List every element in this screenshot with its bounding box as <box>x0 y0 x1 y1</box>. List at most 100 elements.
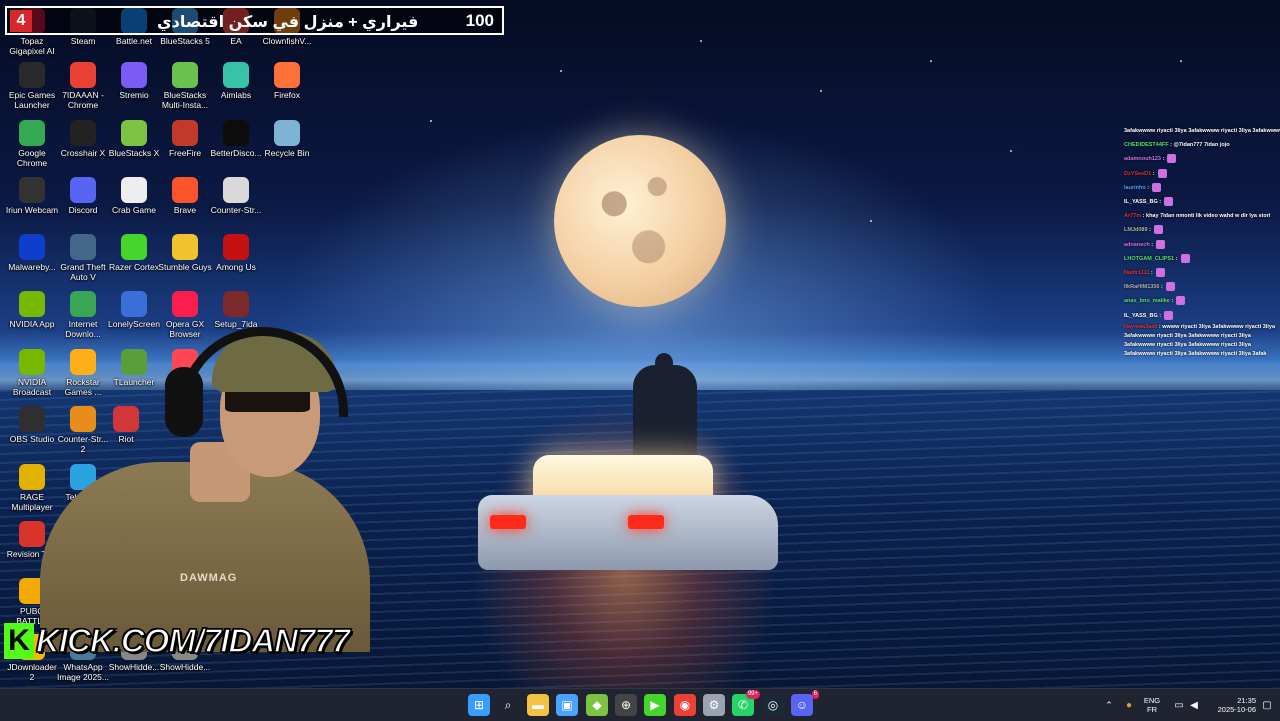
language-indicator[interactable]: ENG FR <box>1140 696 1164 714</box>
bluestacks-multi-icon <box>172 62 198 88</box>
desktop-icon-label: Recycle Bin <box>264 148 310 158</box>
chat-message: IL_YASS_BG : <box>1124 195 1280 209</box>
chat-username: Ar77m <box>1124 213 1142 220</box>
desktop-icon-freefire[interactable]: FreeFire <box>157 120 213 158</box>
chat-message: Ar77m : khay 7idan nmonti lik video wahd… <box>1124 209 1280 223</box>
desktop-icon-stremio[interactable]: Stremio <box>106 62 162 100</box>
desktop-icon-label: BetterDisco... <box>210 148 262 158</box>
desktop-icon-label: WhatsApp Image 2025... <box>57 662 109 682</box>
tail-light <box>490 515 526 529</box>
chat-message-text: : <box>1159 199 1162 206</box>
desktop-icon-iriun[interactable]: Iriun Webcam <box>4 177 60 215</box>
desktop-icon-stumble-guys[interactable]: Stumble Guys <box>157 234 213 272</box>
desktop-icon-label: Epic Games Launcher <box>8 90 56 110</box>
search-icon[interactable]: ⌕ <box>497 694 519 716</box>
desktop-icon-aimlabs[interactable]: Aimlabs <box>208 62 264 100</box>
desktop-icon-crab-game[interactable]: Crab Game <box>106 177 162 215</box>
chrome-icon[interactable]: ◉ <box>674 694 696 716</box>
chat-message-text: : <box>1149 227 1151 234</box>
firefox-icon <box>274 62 300 88</box>
desktop-icon-firefox[interactable]: Firefox <box>259 62 315 100</box>
tray-overflow-chevron-icon[interactable]: ⌃ <box>1098 694 1120 716</box>
chrome-icon <box>70 62 96 88</box>
chat-username: Naymaa3aa9 <box>1124 323 1158 330</box>
desktop-icon-label: JDownloader 2 <box>7 662 57 682</box>
chat-emote-icon <box>1167 154 1177 164</box>
betterdiscord-icon <box>223 120 249 146</box>
star <box>560 70 562 72</box>
desktop-icon-brave[interactable]: Brave <box>157 177 213 215</box>
desktop-icon-betterdiscord[interactable]: BetterDisco... <box>208 120 264 158</box>
headphone-band <box>178 327 348 417</box>
shirt-print: DAWMAG <box>180 572 238 584</box>
desktop-icon-label: Topaz Gigapixel AI <box>9 36 55 56</box>
desktop-icon-crosshair[interactable]: Crosshair X <box>55 120 111 158</box>
chat-username: Nadir1111 <box>1124 270 1150 277</box>
desktop-icon-recycle-bin[interactable]: Recycle Bin <box>259 120 315 158</box>
crosshair-icon[interactable]: ⊕ <box>615 694 637 716</box>
desktop-icon-among-us[interactable]: Among Us <box>208 234 264 272</box>
desktop-icon-razer[interactable]: Razer Cortex <box>106 234 162 272</box>
discord-icon[interactable]: ☺ 6 <box>791 690 819 716</box>
clock-date: 2025-10-06 <box>1217 705 1256 714</box>
idm-icon <box>70 291 96 317</box>
chat-emote-icon <box>1152 182 1162 192</box>
clock[interactable]: 21:35 2025-10-06 <box>1204 696 1256 714</box>
tail-light <box>628 515 664 529</box>
freefire-icon <box>172 120 198 146</box>
chat-username: adnanech <box>1124 241 1150 248</box>
gta-icon <box>70 234 96 260</box>
microphone-icon[interactable]: ● <box>1118 694 1140 716</box>
desktop-icon-counter-strike[interactable]: Counter-Str... <box>208 177 264 215</box>
steam-icon[interactable]: ◎ <box>762 694 784 716</box>
stream-chat: 3afakwwww riyacti 3liya 3afakwwww riyact… <box>1124 124 1280 359</box>
desktop-icon-epic-games[interactable]: Epic Games Launcher <box>4 62 60 110</box>
star <box>430 120 432 122</box>
whatsapp-icon[interactable]: ✆ 99+ <box>732 690 760 716</box>
desktop-icon-chrome[interactable]: 7IDAAAN - Chrome <box>55 62 111 110</box>
chat-message: CHEDIDEST44FF : @7idan777 7idan jojo <box>1124 138 1280 152</box>
headphone-icon <box>165 367 203 437</box>
chat-username: IlkRaHIM1356 <box>1124 284 1160 291</box>
desktop-icon-chrome[interactable]: Google Chrome <box>4 120 60 168</box>
counter-strike-icon <box>223 177 249 203</box>
store-icon[interactable]: ▣ <box>556 694 578 716</box>
chat-message-text: : <box>1159 312 1162 319</box>
crab-game-icon <box>121 177 147 203</box>
setup-icon <box>223 291 249 317</box>
speaker-icon[interactable]: ◀ <box>1183 694 1205 716</box>
car-body <box>478 495 778 570</box>
bluestacks-x-icon <box>121 120 147 146</box>
desktop-icon-malwarebytes[interactable]: Malwareby... <box>4 234 60 272</box>
notification-icon[interactable]: ▢ <box>1256 694 1278 716</box>
chat-message-text: : @7idan777 7idan jojo <box>1170 142 1230 149</box>
bluestacks-icon[interactable]: ◆ <box>586 694 608 716</box>
desktop-icon-label: Counter-Str... <box>210 205 262 215</box>
desktop-icon-gta[interactable]: Grand Theft Auto V <box>55 234 111 282</box>
malwarebytes-icon <box>19 234 45 260</box>
chat-emote-icon <box>1153 225 1163 235</box>
gear-icon[interactable]: ⚙ <box>703 694 725 716</box>
desktop-icon-bluestacks-x[interactable]: BlueStacks X <box>106 120 162 158</box>
notification-badge: 6 <box>811 690 819 699</box>
razer-icon <box>121 234 147 260</box>
razer-icon[interactable]: ▶ <box>644 694 666 716</box>
epic-games-icon <box>19 62 45 88</box>
aimlabs-icon <box>223 62 249 88</box>
chat-long-message: Naymaa3aa9 : wwww riyacti 3liya 3afakwww… <box>1124 323 1280 359</box>
chat-header-message: 3afakwwww riyacti 3liya 3afakwwww riyact… <box>1124 128 1280 134</box>
desktop-icon-label: Iriun Webcam <box>5 205 59 215</box>
chat-message-text: : <box>1150 270 1153 277</box>
webcam-overlay: DAWMAG <box>40 322 370 652</box>
desktop-icon-bluestacks-multi[interactable]: BlueStacks Multi-Insta... <box>157 62 213 110</box>
desktop-icon-label: Brave <box>173 205 197 215</box>
chat-message: IL_YASS_BG : <box>1124 309 1280 323</box>
desktop-icon-discord[interactable]: Discord <box>55 177 111 215</box>
desktop-icon-label: BlueStacks 5 <box>160 36 210 46</box>
crosshair-icon <box>70 120 96 146</box>
recycle-bin-icon <box>274 120 300 146</box>
chat-message-text: : <box>1152 170 1155 177</box>
banner-text: فيراري + منزل في سكن اقتصادي <box>157 14 419 31</box>
folder-icon[interactable]: ▬ <box>527 694 549 716</box>
windows-icon[interactable]: ⊞ <box>468 694 490 716</box>
